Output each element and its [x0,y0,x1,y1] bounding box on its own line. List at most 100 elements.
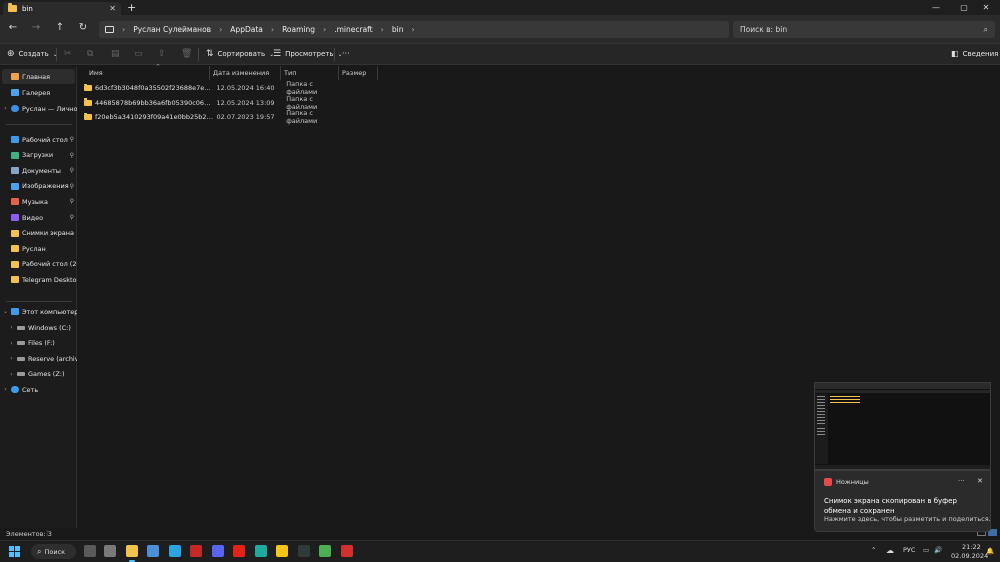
explorer-icon[interactable] [126,545,138,562]
breadcrumb-bin[interactable]: bin [392,25,404,34]
chevron-up-icon[interactable]: ⌃ [871,546,876,554]
share-button[interactable]: ⇪ [158,49,166,59]
sidebar-item-drive[interactable]: › Files (F:) [0,336,77,351]
tab-bin[interactable]: bin ✕ [3,2,121,15]
rename-button[interactable]: ▭ [134,49,143,59]
search-input[interactable] [740,25,960,34]
sidebar-item-pinned[interactable]: Снимки экрана [0,226,77,241]
more-options-button[interactable]: ··· [342,49,350,58]
app-green-icon[interactable] [319,545,331,557]
notification-menu-button[interactable]: ··· [958,477,965,485]
breadcrumb-minecraft[interactable]: .minecraft [334,25,372,34]
sort-button[interactable]: ⇅ Сортировать ⌄ [206,49,274,59]
column-header-type[interactable]: Тип [281,66,339,80]
youtube-icon[interactable] [233,545,245,557]
create-button[interactable]: ⊕ Создать ⌄ [7,49,58,59]
search-icon[interactable]: ⌕ [984,25,988,35]
new-tab-button[interactable]: + [127,1,136,14]
minecraft-icon[interactable] [104,545,116,557]
edge-icon[interactable] [255,545,267,557]
clock-time[interactable]: 21:22 [962,543,981,551]
sidebar-item-pinned[interactable]: Музыка ⚲ [0,194,77,209]
volume-icon[interactable]: 🔊 [934,546,942,554]
back-button[interactable]: ← [6,22,20,33]
notification-toast[interactable]: Ножницы ··· ✕ Снимок экрана скопирован в… [814,470,991,532]
chevron-right-icon[interactable]: › [8,355,15,362]
taskbar: ⌕ Поиск ⌃ ☁ РУС ▭ 🔊 21:22 02.09.2024 🔔 [0,540,1000,562]
column-header-size[interactable]: Размер [339,66,378,80]
sidebar-item-gallery[interactable]: Галерея [0,85,77,100]
taskbar-search-button[interactable]: ⌕ Поиск [31,544,76,559]
pin-icon[interactable]: ⚲ [70,167,74,174]
chevron-right-icon[interactable]: › [2,105,9,112]
sidebar-item-label: Видео [22,213,44,222]
chevron-down-icon[interactable]: ⌄ [2,308,9,315]
app-dark-icon[interactable] [298,545,310,557]
chevron-right-icon[interactable]: › [8,371,15,378]
sidebar-item-home[interactable]: Главная [2,69,75,84]
details-button[interactable]: ◧ Сведения [951,49,998,58]
chevron-right-icon[interactable]: › [8,324,15,331]
sidebar-item-label: Рабочий стол (25.0 [22,260,77,269]
file-row[interactable]: f20eb5a3410293f09a41e0bb25b2fc3d98f...02… [84,109,344,125]
column-header-name[interactable]: Имя ^ [86,64,210,80]
taskview-icon[interactable] [84,545,96,557]
minimize-button[interactable]: — [922,0,950,15]
sidebar-item-pinned[interactable]: Руслан [0,241,77,256]
address-bar[interactable]: › Руслан Сулейманов › AppData › Roaming … [99,21,729,38]
sidebar-item-pinned[interactable]: Загрузки ⚲ [0,148,77,163]
sidebar-item-onedrive[interactable]: › Руслан — Личное [0,101,77,116]
pin-icon[interactable]: ⚲ [70,183,74,190]
cloud-icon[interactable]: ☁ [886,546,894,555]
pin-icon[interactable]: ⚲ [70,152,74,159]
refresh-button[interactable]: ↻ [76,22,90,33]
telegram-icon[interactable] [169,545,181,557]
close-window-button[interactable]: ✕ [972,0,1000,15]
sidebar-item-network[interactable]: › Сеть [0,382,77,397]
folder-icon [11,276,19,284]
pin-icon[interactable]: ⚲ [70,214,74,221]
sidebar-item-this-pc[interactable]: ⌄ Этот компьютер [0,304,77,319]
chevron-right-icon[interactable]: › [411,25,414,34]
sidebar-item-drive[interactable]: › Windows (C:) [0,320,77,335]
delete-button[interactable]: 🗑 [181,49,192,59]
breadcrumb-user[interactable]: Руслан Сулейманов [133,25,211,34]
view-button[interactable]: ☰ Просмотреть ⌄ [273,49,343,59]
breadcrumb-appdata[interactable]: AppData [230,25,263,34]
sidebar-item-pinned[interactable]: Рабочий стол ⚲ [0,132,77,147]
up-button[interactable]: ↑ [53,22,67,33]
display-icon[interactable]: ▭ [923,546,929,554]
breadcrumb-roaming[interactable]: Roaming [282,25,315,34]
close-tab-icon[interactable]: ✕ [109,4,116,13]
app-yellow-icon[interactable] [276,545,288,557]
copy-button[interactable]: ⧉ [87,49,93,59]
language-indicator[interactable]: РУС [903,546,915,554]
screenshot-preview[interactable] [814,382,991,470]
pin-icon[interactable]: ⚲ [70,136,74,143]
sidebar-item-pinned[interactable]: Рабочий стол (25.0 [0,257,77,272]
pin-icon[interactable]: ⚲ [70,198,74,205]
app-red2-icon[interactable] [341,545,353,557]
sidebar-item-drive[interactable]: › Games (Z:) [0,367,77,382]
forward-button[interactable]: → [29,22,43,33]
app-red-icon[interactable] [190,545,202,557]
cut-button[interactable]: ✂ [64,49,72,59]
sidebar-item-pinned[interactable]: Документы ⚲ [0,163,77,178]
sidebar-item-pinned[interactable]: Telegram Desktop [0,272,77,287]
notification-bell-icon[interactable]: 🔔 [986,547,994,555]
file-row[interactable]: 6d3cf3b3048f0a35502f23688e7e2a47d68...12… [84,80,344,96]
tab-label: bin [22,4,33,13]
chevron-right-icon[interactable]: › [2,386,9,393]
sidebar-item-pinned[interactable]: Видео ⚲ [0,210,77,225]
clock-date[interactable]: 02.09.2024 [951,552,988,560]
chevron-right-icon[interactable]: › [8,340,15,347]
discord-icon[interactable] [212,545,224,557]
notification-close-button[interactable]: ✕ [977,477,983,485]
photos-icon[interactable] [147,545,159,557]
paste-button[interactable]: ▤ [111,49,120,59]
windows-start-icon[interactable] [9,546,20,557]
sidebar-item-drive[interactable]: › Reserve (archive) [0,351,77,366]
column-header-date[interactable]: Дата изменения [210,66,281,80]
file-row[interactable]: 44685878b69bb36a6fb05390c06c8b0243...12.… [84,95,344,111]
sidebar-item-pinned[interactable]: Изображения ⚲ [0,179,77,194]
